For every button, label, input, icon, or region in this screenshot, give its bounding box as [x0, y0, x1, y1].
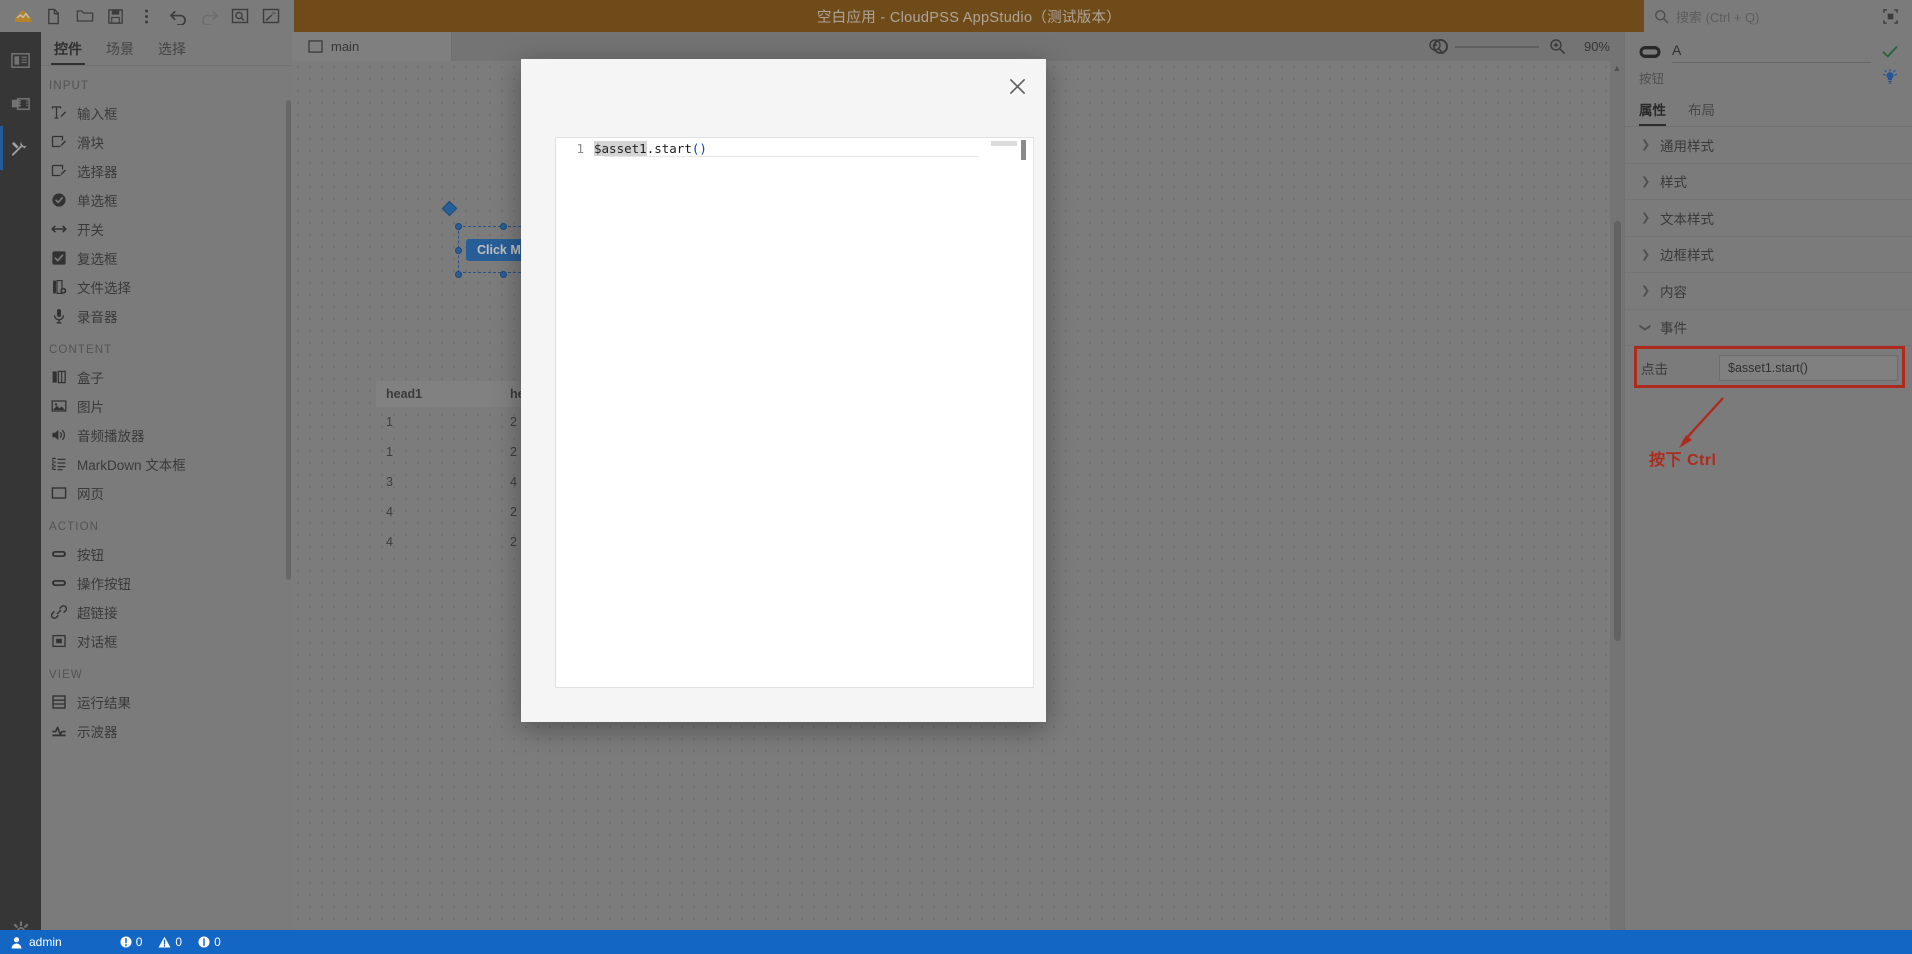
info-icon: [198, 936, 210, 948]
code-token-method: .start: [647, 141, 692, 156]
code-token-parens: (): [692, 141, 707, 156]
code-token-selected: $asset1: [594, 141, 647, 156]
code-minimap[interactable]: [991, 141, 1017, 146]
user-icon: [10, 936, 23, 949]
error-icon: [120, 936, 132, 948]
status-user-label: admin: [29, 935, 62, 949]
app-window: ∞ 空白应用 - CloudPSS AppStudio（测试版本） 搜索 (Ct…: [0, 0, 1912, 954]
status-warning-count[interactable]: 0: [158, 935, 182, 949]
code-editor[interactable]: 1 $asset1.start(): [555, 137, 1034, 688]
close-icon[interactable]: [1002, 71, 1032, 101]
code-line-underline: [604, 156, 979, 157]
warning-icon: [158, 936, 171, 948]
code-editor-line: 1 $asset1.start(): [556, 138, 1033, 158]
status-user[interactable]: admin: [10, 935, 62, 949]
status-counts: 0 0 0: [120, 935, 221, 949]
code-text[interactable]: $asset1.start(): [594, 141, 707, 156]
status-error-count[interactable]: 0: [120, 935, 143, 949]
status-bar: admin 0 0 0: [0, 930, 1912, 954]
event-editor-modal: 点击 1 $asset1.start(): [521, 59, 1046, 722]
status-warning-value: 0: [175, 935, 182, 949]
status-info-value: 0: [214, 935, 221, 949]
status-info-count[interactable]: 0: [198, 935, 221, 949]
editor-scroll-caret[interactable]: [1021, 140, 1026, 160]
status-error-value: 0: [136, 935, 143, 949]
line-number: 1: [556, 141, 594, 156]
